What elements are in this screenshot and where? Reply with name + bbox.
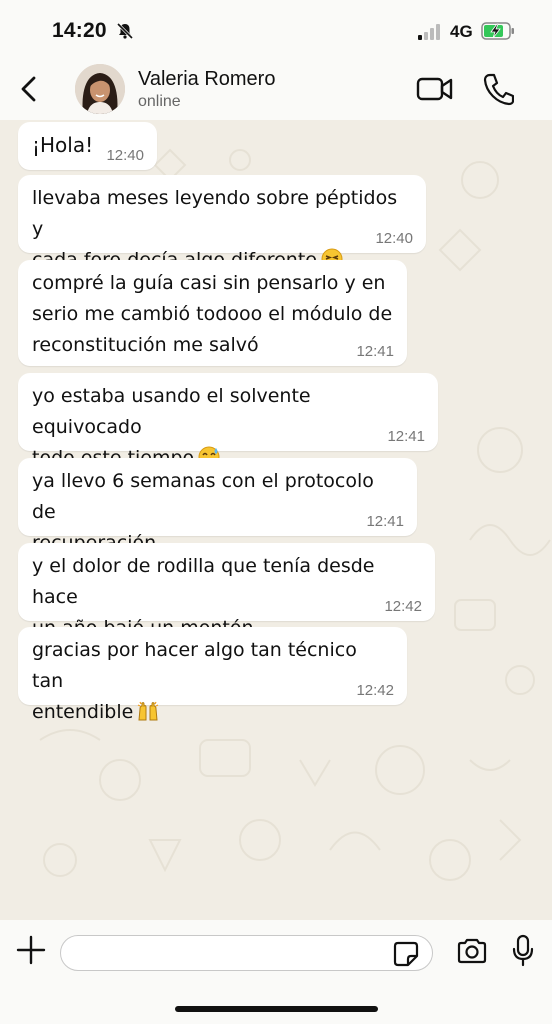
message-bubble[interactable]: ya llevo 6 semanas con el protocolo de r… [18,458,417,554]
plus-icon[interactable] [16,935,46,965]
home-indicator[interactable] [175,1006,378,1012]
message-time: 12:40 [375,230,413,247]
raising-hands-emoji [138,701,159,721]
message-time: 12:40 [106,147,144,164]
phone-icon[interactable] [482,72,514,106]
message-bubble[interactable]: yo estaba usando el solvente equivocado … [18,373,438,469]
message-text: llevaba meses leyendo sobre péptidos y c… [32,187,398,271]
message-bubble[interactable]: compré la guía casi sin pensarlo y en se… [18,260,407,366]
contact-status: online [138,93,181,110]
camera-icon[interactable] [456,937,488,965]
message-bubble[interactable]: y el dolor de rodilla que tenía desde ha… [18,543,435,639]
message-input[interactable] [60,935,433,971]
microphone-icon[interactable] [511,934,535,968]
status-bar: 14:20 4G [0,0,552,58]
chevron-left-icon[interactable] [14,72,44,106]
message-bubble[interactable]: ¡Hola! 12:40 [18,122,157,170]
message-bubble[interactable]: gracias por hacer algo tan técnico tan e… [18,627,407,723]
chat-area[interactable]: ¡Hola! 12:40 llevaba meses leyendo sobre… [0,120,552,920]
signal-icon [418,24,440,40]
sticker-icon[interactable] [393,941,419,967]
battery-charging-icon [481,22,514,40]
contact-name[interactable]: Valeria Romero [138,68,275,91]
message-text: gracias por hacer algo tan técnico tan e… [32,639,357,723]
chat-header: Valeria Romero online [0,58,552,120]
avatar[interactable] [75,64,125,114]
message-text: compré la guía casi sin pensarlo y en se… [32,272,393,356]
video-camera-icon[interactable] [416,74,454,104]
message-time: 12:41 [356,343,394,360]
avatar-image [75,64,125,114]
status-time: 14:20 [52,19,107,42]
message-time: 12:42 [384,598,422,615]
message-time: 12:42 [356,682,394,699]
message-bubble[interactable]: llevaba meses leyendo sobre péptidos y c… [18,175,426,271]
composer [0,920,552,1024]
message-time: 12:41 [387,428,425,445]
bell-slash-icon [116,22,134,40]
message-time: 12:41 [366,513,404,530]
network-type: 4G [450,22,473,41]
message-text: yo estaba usando el solvente equivocado … [32,385,311,469]
